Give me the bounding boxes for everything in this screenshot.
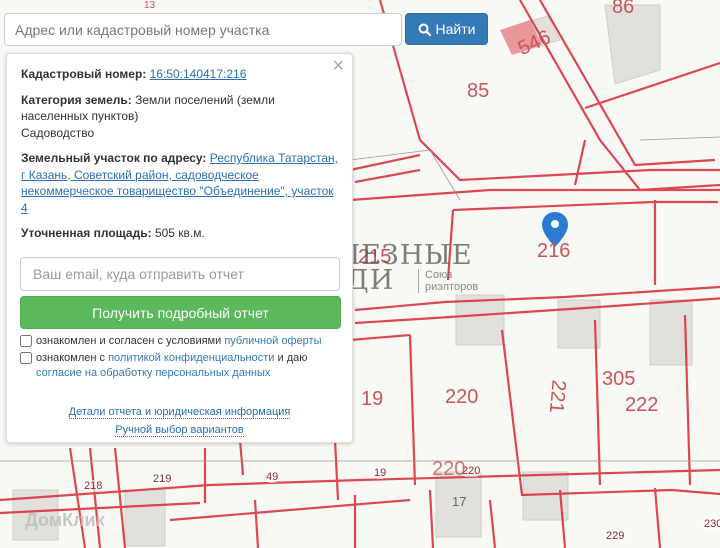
manual-selection-link[interactable]: Ручной выбор вариантов bbox=[115, 424, 244, 437]
consent1-text: ознакомлен и согласен с условиями bbox=[36, 335, 225, 347]
parcel-label: 19 bbox=[361, 388, 384, 410]
address-label: Земельный участок по адресу: bbox=[21, 151, 207, 165]
domklik-watermark: ДомКлик bbox=[25, 510, 105, 530]
parcel-info-panel: × Кадастровый номер: 16:50:140417:216 Ка… bbox=[6, 53, 353, 443]
find-button[interactable]: Найти bbox=[405, 13, 488, 45]
parcel-label: 19 bbox=[373, 467, 388, 479]
find-button-label: Найти bbox=[435, 21, 476, 37]
public-offer-link[interactable]: публичной оферты bbox=[224, 335, 321, 347]
category-use: Садоводство bbox=[21, 125, 95, 140]
parcel-label: 218 bbox=[83, 480, 104, 492]
area-row: Уточненная площадь: 505 кв.м. bbox=[21, 225, 338, 242]
parcel-label: 86 bbox=[612, 0, 635, 18]
parcel-label: 221 bbox=[544, 378, 570, 415]
parcel-label: 219 bbox=[152, 473, 173, 485]
close-icon[interactable]: × bbox=[332, 56, 344, 75]
cadastral-number-link[interactable]: 16:50:140417:216 bbox=[150, 67, 247, 81]
parcel-label: 85 bbox=[467, 80, 490, 102]
offer-consent-text: ознакомлен и согласен с условиями публич… bbox=[36, 334, 322, 349]
personal-data-link[interactable]: согласие на обработку персональных данны… bbox=[36, 367, 270, 379]
parcel-label: 222 bbox=[625, 394, 659, 416]
building-label: 17 bbox=[452, 494, 467, 509]
parcel-label-selected: 216 bbox=[537, 240, 571, 262]
privacy-consent-text: ознакомлен с политикой конфиденциальност… bbox=[36, 351, 307, 381]
privacy-consent[interactable]: ознакомлен с политикой конфиденциальност… bbox=[20, 351, 307, 381]
parcel-label: 13 bbox=[144, 0, 156, 11]
parcel-label: 229 bbox=[605, 530, 626, 542]
parcel-label: 230 bbox=[703, 518, 720, 530]
search-icon bbox=[418, 23, 431, 36]
search-input[interactable] bbox=[4, 13, 402, 46]
get-report-button[interactable]: Получить подробный отчет bbox=[20, 296, 341, 329]
details-row: Детали отчета и юридическая информация bbox=[7, 404, 352, 421]
consent2-text: ознакомлен с bbox=[36, 352, 109, 364]
manual-row: Ручной выбор вариантов bbox=[7, 422, 352, 439]
parcel-label: 49 bbox=[265, 471, 280, 483]
offer-checkbox[interactable] bbox=[20, 335, 32, 347]
privacy-checkbox[interactable] bbox=[20, 352, 32, 364]
offer-consent[interactable]: ознакомлен и согласен с условиями публич… bbox=[20, 334, 322, 349]
area-value: 505 кв.м. bbox=[154, 226, 205, 240]
report-details-link[interactable]: Детали отчета и юридическая информация bbox=[68, 406, 291, 419]
consent2-mid: и даю bbox=[274, 352, 308, 364]
privacy-policy-link[interactable]: политикой конфиденциальности bbox=[108, 352, 274, 364]
area-label: Уточненная площадь: bbox=[21, 226, 152, 240]
land-category-row: Категория земель: Земли поселений (земли… bbox=[21, 92, 338, 142]
address-row: Земельный участок по адресу: Республика … bbox=[21, 150, 338, 216]
category-label: Категория земель: bbox=[21, 92, 132, 107]
cadastral-number-row: Кадастровый номер: 16:50:140417:216 bbox=[21, 66, 338, 83]
parcel-label: 305 bbox=[602, 368, 636, 390]
parcel-label: 220 bbox=[445, 386, 479, 408]
parcel-label: 220 bbox=[432, 458, 466, 480]
cadastral-label: Кадастровый номер: bbox=[21, 67, 147, 81]
parcel-label: 215 bbox=[358, 246, 392, 268]
email-input[interactable] bbox=[20, 257, 340, 291]
